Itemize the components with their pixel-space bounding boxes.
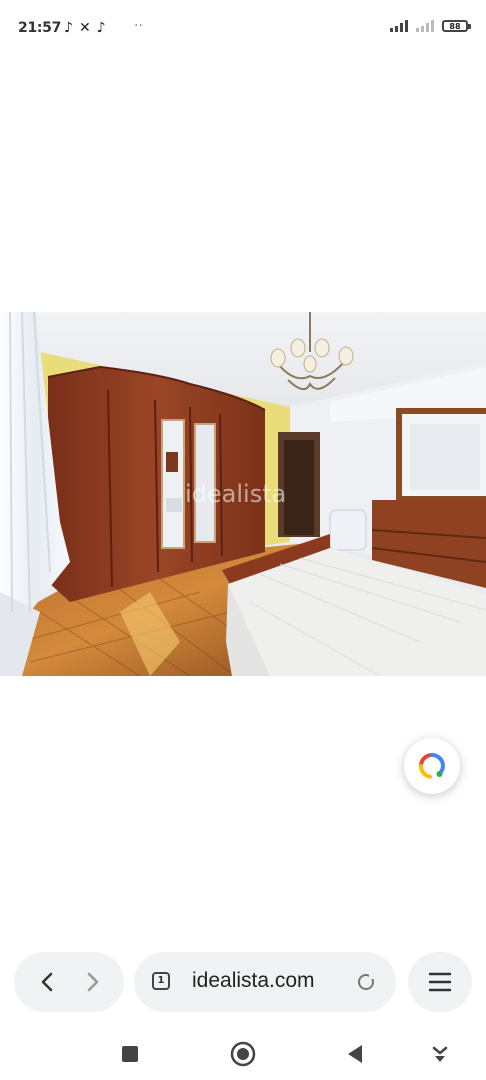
notification-icons: ♪ ✕ ♪ (64, 18, 106, 38)
system-navigation-bar (0, 1030, 486, 1080)
url-text[interactable]: idealista.com (192, 969, 315, 993)
tiktok-icon: ♪ (96, 20, 106, 36)
google-lens-button[interactable] (404, 738, 460, 794)
signal-icon (390, 20, 408, 32)
battery-icon: 88 (442, 20, 471, 32)
more-notifications-icon: ·· (134, 18, 143, 34)
signal-2-icon (416, 20, 434, 32)
address-bar[interactable]: 1 idealista.com (134, 952, 396, 1012)
reload-icon[interactable] (356, 972, 376, 992)
photo-watermark: idealista (185, 480, 286, 508)
navigation-buttons (14, 952, 124, 1012)
listing-photo[interactable]: idealista (0, 312, 486, 676)
keyboard-hide-icon[interactable] (426, 1040, 454, 1068)
bedroom-image: idealista (0, 312, 486, 676)
home-circle-icon[interactable] (229, 1040, 257, 1068)
status-time: 21:57 (18, 20, 62, 36)
tab-count-button[interactable]: 1 (152, 972, 170, 990)
capcut-icon: ✕ (78, 20, 91, 36)
recents-square-icon[interactable] (116, 1040, 144, 1068)
tiktok-icon: ♪ (64, 20, 73, 36)
chevron-left-icon[interactable] (32, 967, 62, 997)
menu-button[interactable] (408, 952, 472, 1012)
back-triangle-icon[interactable] (342, 1040, 370, 1068)
chevron-right-icon[interactable] (78, 967, 108, 997)
google-lens-icon (419, 753, 446, 779)
status-bar: 21:57 ♪ ✕ ♪ ·· 88 (0, 0, 486, 58)
system-status-icons: 88 (390, 20, 471, 32)
hamburger-menu-icon (428, 972, 452, 992)
